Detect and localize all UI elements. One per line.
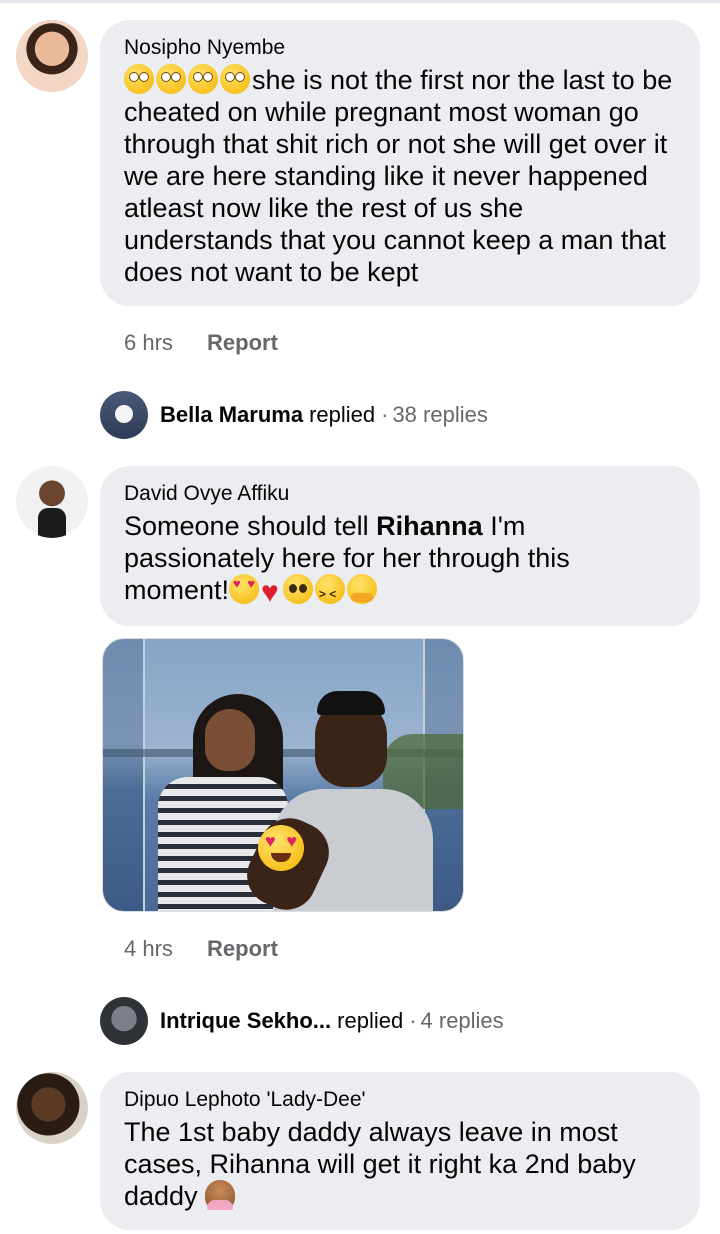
comment-time[interactable]: 4 hrs: [124, 936, 173, 961]
comment-text: Someone should tell Rihanna I'm passiona…: [124, 510, 676, 610]
comment-body-start: Someone should tell: [124, 511, 377, 541]
top-divider: [0, 0, 720, 3]
reply-preview[interactable]: Intrique Sekho... replied · 4 replies: [100, 996, 504, 1046]
face-with-rolling-eyes-icon: [188, 64, 218, 94]
separator: ·: [381, 402, 389, 427]
comment-time[interactable]: 6 hrs: [124, 330, 173, 355]
avatar: [100, 997, 148, 1045]
report-button[interactable]: Report: [207, 936, 278, 961]
reply-verb: replied: [337, 1008, 404, 1033]
avatar[interactable]: [16, 20, 88, 92]
pleading-face-icon: [282, 574, 313, 604]
photo-person-hair: [317, 691, 385, 715]
red-heart-icon: ♥: [261, 576, 279, 609]
mention-rihanna: Rihanna: [376, 511, 483, 541]
face-with-rolling-eyes-icon: [156, 64, 186, 94]
separator: ·: [409, 1008, 417, 1033]
comment-body: The 1st baby daddy always leave in most …: [124, 1117, 636, 1211]
face-with-rolling-eyes-icon: [124, 64, 154, 94]
smiling-face-with-heart-eyes-icon: [229, 574, 260, 604]
person-shrugging-icon: [205, 1180, 236, 1210]
avatar: [100, 391, 148, 439]
comment-meta: 4 hrs Report: [124, 936, 278, 962]
comment-bubble[interactable]: David Ovye Affiku Someone should tell Ri…: [100, 466, 700, 626]
reply-author[interactable]: Intrique Sekho...: [160, 1008, 331, 1034]
face-with-rolling-eyes-icon: [220, 64, 250, 94]
report-button[interactable]: Report: [207, 330, 278, 355]
comment-author[interactable]: David Ovye Affiku: [124, 480, 676, 508]
reply-count[interactable]: 4 replies: [421, 1008, 504, 1034]
comment-bubble[interactable]: Nosipho Nyembe she is not the first nor …: [100, 20, 700, 306]
photo-person-face: [205, 709, 255, 771]
comment-photo[interactable]: [102, 638, 464, 912]
smiling-face-with-heart-eyes-icon: [258, 825, 304, 871]
comment-bubble[interactable]: Dipuo Lephoto 'Lady-Dee' The 1st baby da…: [100, 1072, 700, 1230]
comment-text: she is not the first nor the last to be …: [124, 64, 676, 288]
avatar[interactable]: [16, 466, 88, 538]
reply-count[interactable]: 38 replies: [392, 402, 487, 428]
comment-author[interactable]: Dipuo Lephoto 'Lady-Dee': [124, 1086, 676, 1114]
comment-author[interactable]: Nosipho Nyembe: [124, 34, 676, 62]
comment-body: she is not the first nor the last to be …: [124, 65, 673, 287]
avatar[interactable]: [16, 1072, 88, 1144]
reply-preview[interactable]: Bella Maruma replied · 38 replies: [100, 390, 488, 440]
reply-verb: replied: [309, 402, 376, 427]
hugging-face-icon: [346, 574, 377, 604]
weary-face-icon: [314, 574, 345, 610]
comment-meta: 6 hrs Report: [124, 330, 278, 356]
comment-text: The 1st baby daddy always leave in most …: [124, 1116, 676, 1212]
reply-author[interactable]: Bella Maruma: [160, 402, 303, 428]
